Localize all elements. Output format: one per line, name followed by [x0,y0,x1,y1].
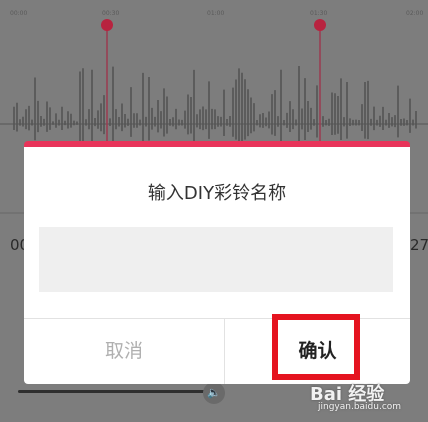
volume-icon[interactable]: 🔈 [203,382,225,404]
highlight-annotation-box [272,314,360,380]
cancel-button[interactable]: 取消 [24,319,224,384]
end-marker-handle[interactable] [314,19,326,31]
audio-waveform [13,66,417,141]
volume-slider[interactable] [18,390,206,393]
start-marker-handle[interactable] [101,19,113,31]
dialog-title: 输入DIY彩铃名称 [147,183,287,204]
watermark-url: jingyan.baidu.com [318,402,402,412]
ringtone-name-input[interactable] [39,227,393,292]
total-time-label: 27 [410,236,428,254]
